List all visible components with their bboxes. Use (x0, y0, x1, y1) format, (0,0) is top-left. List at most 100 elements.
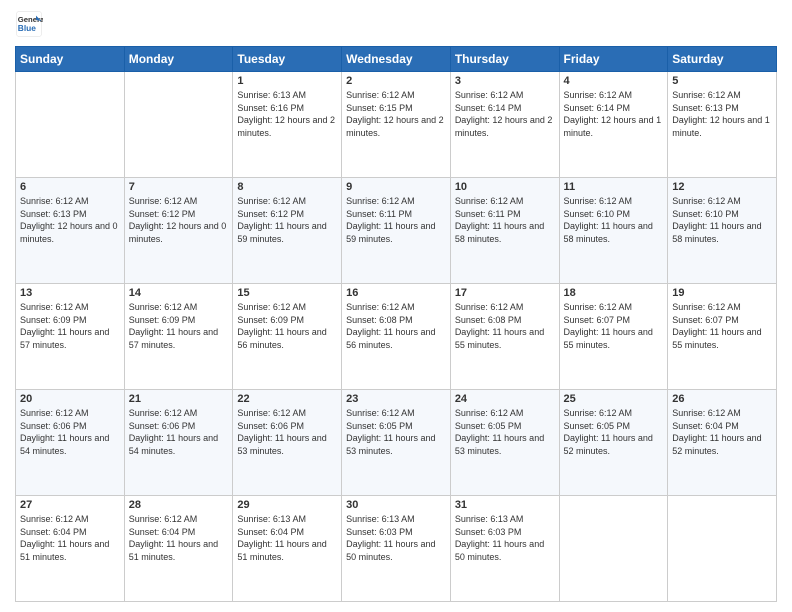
cell-details: Sunrise: 6:12 AMSunset: 6:10 PMDaylight:… (672, 195, 772, 245)
weekday-header-monday: Monday (124, 47, 233, 72)
cell-details: Sunrise: 6:12 AMSunset: 6:13 PMDaylight:… (20, 195, 120, 245)
cell-details: Sunrise: 6:12 AMSunset: 6:07 PMDaylight:… (564, 301, 664, 351)
day-number: 15 (237, 287, 337, 299)
calendar-week-2: 13 Sunrise: 6:12 AMSunset: 6:09 PMDayligh… (16, 284, 777, 390)
calendar-week-0: 1 Sunrise: 6:13 AMSunset: 6:16 PMDaylight… (16, 72, 777, 178)
day-number: 10 (455, 181, 555, 193)
calendar-cell: 5Sunrise: 6:12 AMSunset: 6:13 PMDaylight… (668, 72, 777, 178)
day-number: 2 (346, 75, 446, 87)
day-number: 22 (237, 393, 337, 405)
cell-details: Sunrise: 6:12 AMSunset: 6:06 PMDaylight:… (237, 407, 337, 457)
cell-details: Sunrise: 6:12 AMSunset: 6:08 PMDaylight:… (346, 301, 446, 351)
calendar-cell: 16 Sunrise: 6:12 AMSunset: 6:08 PMDayligh… (342, 284, 451, 390)
day-number: 16 (346, 287, 446, 299)
calendar-cell: 13 Sunrise: 6:12 AMSunset: 6:09 PMDayligh… (16, 284, 125, 390)
cell-details: Sunrise: 6:12 AMSunset: 6:15 PMDaylight:… (346, 89, 446, 139)
day-number: 13 (20, 287, 120, 299)
cell-details: Sunrise: 6:12 AMSunset: 6:04 PMDaylight:… (20, 513, 120, 563)
day-number: 19 (672, 287, 772, 299)
day-number: 14 (129, 287, 229, 299)
cell-details: Sunrise: 6:12 AMSunset: 6:14 PMDaylight:… (455, 89, 555, 139)
day-number: 3 (455, 75, 555, 87)
cell-details: Sunrise: 6:12 AMSunset: 6:09 PMDaylight:… (237, 301, 337, 351)
weekday-header-sunday: Sunday (16, 47, 125, 72)
calendar-cell: 21 Sunrise: 6:12 AMSunset: 6:06 PMDayligh… (124, 390, 233, 496)
logo: General Blue (15, 10, 47, 38)
day-number: 28 (129, 499, 229, 511)
calendar-cell: 1 Sunrise: 6:13 AMSunset: 6:16 PMDaylight… (233, 72, 342, 178)
calendar-cell: 4Sunrise: 6:12 AMSunset: 6:14 PMDaylight… (559, 72, 668, 178)
cell-details: Sunrise: 6:12 AMSunset: 6:08 PMDaylight:… (455, 301, 555, 351)
day-number: 24 (455, 393, 555, 405)
day-number: 18 (564, 287, 664, 299)
day-number: 1 (237, 75, 337, 87)
calendar-cell (559, 496, 668, 602)
weekday-header-wednesday: Wednesday (342, 47, 451, 72)
weekday-header-saturday: Saturday (668, 47, 777, 72)
cell-details: Sunrise: 6:12 AMSunset: 6:11 PMDaylight:… (346, 195, 446, 245)
day-number: 27 (20, 499, 120, 511)
weekday-header-friday: Friday (559, 47, 668, 72)
calendar-week-3: 20 Sunrise: 6:12 AMSunset: 6:06 PMDayligh… (16, 390, 777, 496)
calendar-cell: 9 Sunrise: 6:12 AMSunset: 6:11 PMDaylight… (342, 178, 451, 284)
cell-details: Sunrise: 6:13 AMSunset: 6:16 PMDaylight:… (237, 89, 337, 139)
calendar-cell: 12 Sunrise: 6:12 AMSunset: 6:10 PMDayligh… (668, 178, 777, 284)
cell-details: Sunrise: 6:12 AMSunset: 6:06 PMDaylight:… (20, 407, 120, 457)
calendar-cell: 19 Sunrise: 6:12 AMSunset: 6:07 PMDayligh… (668, 284, 777, 390)
calendar-cell (16, 72, 125, 178)
calendar-table: SundayMondayTuesdayWednesdayThursdayFrid… (15, 46, 777, 602)
day-number: 20 (20, 393, 120, 405)
calendar-cell (668, 496, 777, 602)
day-number: 12 (672, 181, 772, 193)
day-number: 11 (564, 181, 664, 193)
cell-details: Sunrise: 6:12 AMSunset: 6:09 PMDaylight:… (129, 301, 229, 351)
page: General Blue SundayMondayTuesdayWednesda… (0, 0, 792, 612)
cell-details: Sunrise: 6:12 AMSunset: 6:04 PMDaylight:… (672, 407, 772, 457)
logo-icon: General Blue (15, 10, 43, 38)
cell-details: Sunrise: 6:12 AMSunset: 6:05 PMDaylight:… (455, 407, 555, 457)
cell-details: Sunrise: 6:12 AMSunset: 6:09 PMDaylight:… (20, 301, 120, 351)
calendar-cell: 6 Sunrise: 6:12 AMSunset: 6:13 PMDaylight… (16, 178, 125, 284)
cell-details: Sunrise: 6:13 AMSunset: 6:04 PMDaylight:… (237, 513, 337, 563)
calendar-cell: 8 Sunrise: 6:12 AMSunset: 6:12 PMDaylight… (233, 178, 342, 284)
calendar-cell: 23 Sunrise: 6:12 AMSunset: 6:05 PMDayligh… (342, 390, 451, 496)
cell-details: Sunrise: 6:12 AMSunset: 6:07 PMDaylight:… (672, 301, 772, 351)
header: General Blue (15, 10, 777, 38)
day-number: 9 (346, 181, 446, 193)
calendar-cell: 31Sunrise: 6:13 AMSunset: 6:03 PMDayligh… (450, 496, 559, 602)
calendar-cell: 14 Sunrise: 6:12 AMSunset: 6:09 PMDayligh… (124, 284, 233, 390)
day-number: 17 (455, 287, 555, 299)
cell-details: Sunrise: 6:12 AMSunset: 6:06 PMDaylight:… (129, 407, 229, 457)
day-number: 8 (237, 181, 337, 193)
weekday-header-tuesday: Tuesday (233, 47, 342, 72)
calendar-cell: 28Sunrise: 6:12 AMSunset: 6:04 PMDayligh… (124, 496, 233, 602)
calendar-cell: 2 Sunrise: 6:12 AMSunset: 6:15 PMDaylight… (342, 72, 451, 178)
calendar-cell: 24 Sunrise: 6:12 AMSunset: 6:05 PMDayligh… (450, 390, 559, 496)
calendar-cell: 29 Sunrise: 6:13 AMSunset: 6:04 PMDayligh… (233, 496, 342, 602)
calendar-cell: 3 Sunrise: 6:12 AMSunset: 6:14 PMDaylight… (450, 72, 559, 178)
cell-details: Sunrise: 6:12 AMSunset: 6:10 PMDaylight:… (564, 195, 664, 245)
day-number: 4 (564, 75, 664, 87)
day-number: 29 (237, 499, 337, 511)
cell-details: Sunrise: 6:12 AMSunset: 6:05 PMDaylight:… (564, 407, 664, 457)
calendar-cell: 20 Sunrise: 6:12 AMSunset: 6:06 PMDayligh… (16, 390, 125, 496)
day-number: 21 (129, 393, 229, 405)
day-number: 25 (564, 393, 664, 405)
cell-details: Sunrise: 6:12 AMSunset: 6:12 PMDaylight:… (237, 195, 337, 245)
day-number: 6 (20, 181, 120, 193)
svg-text:Blue: Blue (18, 23, 36, 33)
calendar-cell: 25 Sunrise: 6:12 AMSunset: 6:05 PMDayligh… (559, 390, 668, 496)
calendar-cell: 7Sunrise: 6:12 AMSunset: 6:12 PMDaylight… (124, 178, 233, 284)
calendar-cell: 10Sunrise: 6:12 AMSunset: 6:11 PMDayligh… (450, 178, 559, 284)
cell-details: Sunrise: 6:12 AMSunset: 6:13 PMDaylight:… (672, 89, 772, 139)
calendar-header-row: SundayMondayTuesdayWednesdayThursdayFrid… (16, 47, 777, 72)
day-number: 31 (455, 499, 555, 511)
calendar-cell: 18 Sunrise: 6:12 AMSunset: 6:07 PMDayligh… (559, 284, 668, 390)
cell-details: Sunrise: 6:12 AMSunset: 6:05 PMDaylight:… (346, 407, 446, 457)
calendar-cell: 26Sunrise: 6:12 AMSunset: 6:04 PMDayligh… (668, 390, 777, 496)
calendar-week-1: 6 Sunrise: 6:12 AMSunset: 6:13 PMDaylight… (16, 178, 777, 284)
day-number: 30 (346, 499, 446, 511)
calendar-cell: 11 Sunrise: 6:12 AMSunset: 6:10 PMDayligh… (559, 178, 668, 284)
calendar-cell: 27 Sunrise: 6:12 AMSunset: 6:04 PMDayligh… (16, 496, 125, 602)
day-number: 23 (346, 393, 446, 405)
